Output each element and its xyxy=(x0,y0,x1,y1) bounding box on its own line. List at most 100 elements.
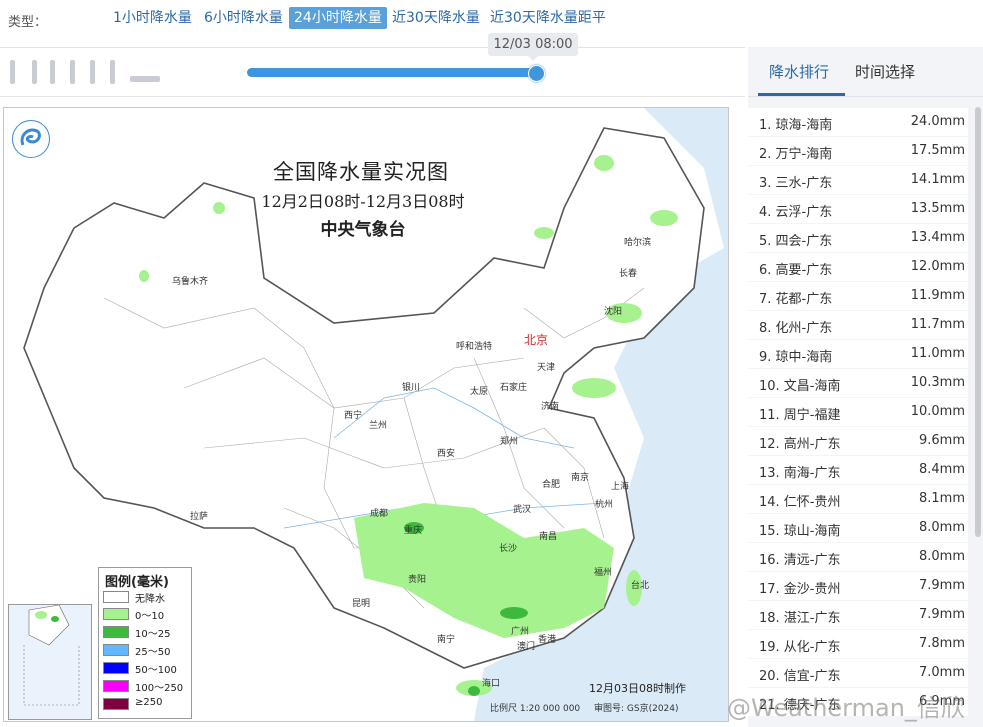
legend-swatch xyxy=(103,698,129,710)
legend-label: 50～100 xyxy=(135,665,177,676)
ranking-row[interactable]: 14. 仁怀-贵州 8.1mm xyxy=(748,485,968,513)
ranking-row[interactable]: 15. 琼山-海南 8.0mm xyxy=(748,514,968,542)
ranking-station: 1. 琼海-海南 xyxy=(759,118,833,133)
scrollbar[interactable] xyxy=(975,107,981,537)
ranking-station: 15. 琼山-海南 xyxy=(759,524,841,539)
type-label: 类型： xyxy=(8,15,48,30)
ranking-station: 7. 花都-广东 xyxy=(759,292,833,307)
ranking-station: 20. 信宜-广东 xyxy=(759,669,841,684)
legend-title: 图例(毫米) xyxy=(105,575,169,590)
tab-1h-precipitation[interactable]: 1小时降水量 xyxy=(108,7,197,29)
city-label: 南昌 xyxy=(539,532,558,542)
ranking-row[interactable]: 7. 花都-广东 11.9mm xyxy=(748,282,968,310)
ranking-value: 12.0mm xyxy=(910,259,965,274)
ranking-row[interactable]: 10. 文昌-海南 10.3mm xyxy=(748,369,968,397)
ranking-row[interactable]: 3. 三水-广东 14.1mm xyxy=(748,166,968,194)
city-label: 天津 xyxy=(537,363,556,373)
city-label: 澳门 xyxy=(517,642,536,652)
ranking-row[interactable]: 1. 琼海-海南 24.0mm xyxy=(748,108,968,136)
ranking-value: 24.0mm xyxy=(910,114,965,129)
ranking-row[interactable]: 8. 化州-广东 11.7mm xyxy=(748,311,968,339)
city-label: 太原 xyxy=(470,387,489,397)
legend-item: 100～250 xyxy=(103,679,189,694)
ranking-station: 2. 万宁-海南 xyxy=(759,147,833,162)
ranking-station: 8. 化州-广东 xyxy=(759,321,833,336)
tab-precipitation-ranking[interactable]: 降水排行 xyxy=(769,61,829,82)
city-label: 拉萨 xyxy=(190,512,209,522)
city-label: 哈尔滨 xyxy=(624,238,652,248)
city-label-capital: 北京 xyxy=(524,333,549,347)
city-label: 银川 xyxy=(402,383,421,393)
legend-item: 10～25 xyxy=(103,625,189,640)
south-china-sea-inset xyxy=(8,604,92,720)
ranking-row[interactable]: 2. 万宁-海南 17.5mm xyxy=(748,137,968,165)
time-slider-track[interactable] xyxy=(247,68,536,77)
tab-30d-anomaly[interactable]: 近30天降水量距平 xyxy=(485,7,611,29)
ranking-row[interactable]: 20. 信宜-广东 7.0mm xyxy=(748,659,968,687)
ranking-value: 8.0mm xyxy=(918,520,965,535)
ranking-value: 13.4mm xyxy=(910,230,965,245)
legend-swatch xyxy=(103,591,129,603)
divider xyxy=(0,96,745,97)
ranking-row[interactable]: 17. 金沙-贵州 7.9mm xyxy=(748,572,968,600)
legend-item: 50～100 xyxy=(103,661,189,676)
ranking-row[interactable]: 19. 从化-广东 7.8mm xyxy=(748,630,968,658)
time-slider-handle[interactable] xyxy=(528,65,545,82)
ranking-station: 5. 四会-广东 xyxy=(759,234,833,249)
ranking-station: 13. 南海-广东 xyxy=(759,466,841,481)
city-label: 西宁 xyxy=(344,411,363,421)
ranking-station: 6. 高要-广东 xyxy=(759,263,833,278)
legend-label: 100～250 xyxy=(135,683,184,694)
ranking-row[interactable]: 6. 高要-广东 12.0mm xyxy=(748,253,968,281)
ranking-station: 10. 文昌-海南 xyxy=(759,379,841,394)
ranking-row[interactable]: 4. 云浮-广东 13.5mm xyxy=(748,195,968,223)
ranking-station: 9. 琼中-海南 xyxy=(759,350,833,365)
ranking-row[interactable]: 16. 清远-广东 8.0mm xyxy=(748,543,968,571)
legend-label: 10～25 xyxy=(135,629,171,640)
ranking-value: 9.6mm xyxy=(918,433,965,448)
ranking-value: 11.9mm xyxy=(910,288,965,303)
legend-swatch xyxy=(103,608,129,620)
tab-6h-precipitation[interactable]: 6小时降水量 xyxy=(199,7,288,29)
city-label: 长沙 xyxy=(499,544,518,554)
legend-swatch xyxy=(103,626,129,638)
map-period: 12月2日08时-12月3日08时 xyxy=(261,192,465,211)
legend-item: 无降水 xyxy=(103,590,189,605)
city-label: 合肥 xyxy=(542,480,561,490)
city-label: 成都 xyxy=(370,509,389,519)
ranking-value: 7.9mm xyxy=(918,578,965,593)
legend-swatch xyxy=(103,644,129,656)
city-label: 重庆 xyxy=(404,526,423,536)
ranking-value: 14.1mm xyxy=(910,172,965,187)
legend-item: 25～50 xyxy=(103,643,189,658)
tab-30d-precipitation[interactable]: 近30天降水量 xyxy=(387,7,485,29)
cma-logo xyxy=(12,120,50,158)
ranking-list: 1. 琼海-海南 24.0mm 2. 万宁-海南 17.5mm 3. 三水-广东 14.1… xyxy=(748,108,968,717)
ranking-row[interactable]: 13. 南海-广东 8.4mm xyxy=(748,456,968,484)
city-label: 贵阳 xyxy=(408,575,427,585)
ranking-row[interactable]: 12. 高州-广东 9.6mm xyxy=(748,427,968,455)
ranking-value: 10.0mm xyxy=(910,404,965,419)
ranking-row[interactable]: 18. 湛江-广东 7.9mm xyxy=(748,601,968,629)
ranking-row[interactable]: 11. 周宁-福建 10.0mm xyxy=(748,398,968,426)
city-label: 南京 xyxy=(571,473,590,483)
tab-time-selection[interactable]: 时间选择 xyxy=(855,61,915,82)
city-label: 沈阳 xyxy=(604,307,623,317)
city-label: 兰州 xyxy=(369,421,388,431)
ranking-station: 14. 仁怀-贵州 xyxy=(759,495,841,510)
city-label: 西安 xyxy=(437,449,456,459)
city-label: 石家庄 xyxy=(500,383,528,393)
divider xyxy=(0,47,745,48)
tab-24h-precipitation[interactable]: 24小时降水量 xyxy=(289,7,387,29)
ranking-value: 7.9mm xyxy=(918,607,965,622)
ranking-row[interactable]: 5. 四会-广东 13.4mm xyxy=(748,224,968,252)
map-scale: 比例尺 1:20 000 000 xyxy=(490,704,581,714)
ranking-value: 7.8mm xyxy=(918,636,965,651)
produced-time: 12月03日08时制作 xyxy=(589,682,686,695)
ranking-station: 12. 高州-广东 xyxy=(759,437,841,452)
legend-item: 0～10 xyxy=(103,607,189,622)
ranking-row[interactable]: 9. 琼中-海南 11.0mm xyxy=(748,340,968,368)
map-title: 全国降水量实况图 xyxy=(273,160,449,184)
city-label: 海口 xyxy=(482,679,501,689)
legend-swatch xyxy=(103,662,129,674)
